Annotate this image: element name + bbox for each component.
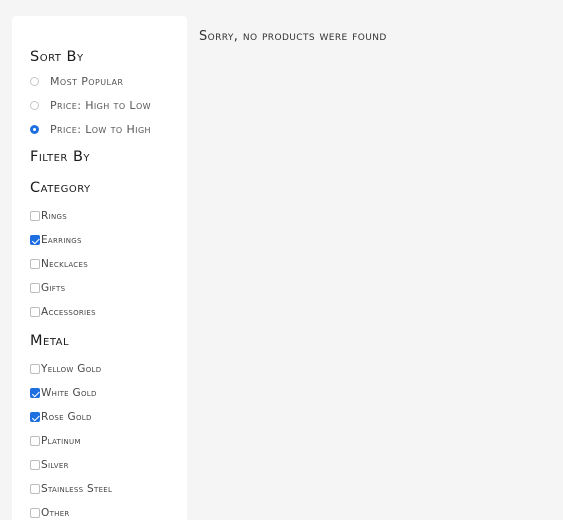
metal-option-label: Other bbox=[41, 507, 70, 519]
category-option-necklaces[interactable]: Necklaces bbox=[30, 257, 88, 271]
checkbox[interactable] bbox=[30, 364, 40, 374]
category-option-gifts[interactable]: Gifts bbox=[30, 281, 65, 295]
checkbox-checked[interactable] bbox=[30, 412, 40, 422]
filter-heading: Filter By bbox=[30, 149, 91, 165]
checkbox[interactable] bbox=[30, 508, 40, 518]
sort-option-label: Most Popular bbox=[50, 74, 124, 88]
checkbox[interactable] bbox=[30, 460, 40, 470]
checkbox[interactable] bbox=[30, 283, 40, 293]
sort-option-price-low-high[interactable]: Price: Low to High bbox=[30, 122, 151, 136]
metal-option-other[interactable]: Other bbox=[30, 506, 70, 520]
checkbox[interactable] bbox=[30, 484, 40, 494]
radio-button-selected[interactable] bbox=[30, 124, 39, 134]
category-option-label: Earrings bbox=[41, 234, 82, 246]
checkbox-checked[interactable] bbox=[30, 235, 40, 245]
metal-option-silver[interactable]: Silver bbox=[30, 458, 69, 472]
category-option-label: Necklaces bbox=[41, 258, 88, 270]
sort-option-label: Price: Low to High bbox=[50, 122, 151, 136]
checkbox[interactable] bbox=[30, 307, 40, 317]
metal-option-stainless-steel[interactable]: Stainless Steel bbox=[30, 482, 112, 496]
sort-option-most-popular[interactable]: Most Popular bbox=[30, 74, 123, 88]
sort-option-label: Price: High to Low bbox=[50, 98, 151, 112]
sort-option-price-high-low[interactable]: Price: High to Low bbox=[30, 98, 151, 112]
checkbox[interactable] bbox=[30, 436, 40, 446]
category-option-label: Rings bbox=[41, 210, 67, 222]
metal-option-label: Stainless Steel bbox=[41, 483, 113, 495]
radio-button[interactable] bbox=[30, 100, 39, 110]
metal-option-rose-gold[interactable]: Rose Gold bbox=[30, 410, 92, 424]
metal-option-label: Yellow Gold bbox=[41, 363, 102, 375]
category-heading: Category bbox=[30, 180, 91, 196]
checkbox[interactable] bbox=[30, 259, 40, 269]
metal-heading: Metal bbox=[30, 333, 70, 349]
checkbox[interactable] bbox=[30, 211, 40, 221]
metal-option-label: Silver bbox=[41, 459, 69, 471]
metal-option-platinum[interactable]: Platinum bbox=[30, 434, 81, 448]
category-option-label: Gifts bbox=[41, 282, 66, 294]
category-option-accessories[interactable]: Accessories bbox=[30, 305, 96, 319]
category-option-rings[interactable]: Rings bbox=[30, 209, 67, 223]
filter-sidebar: Sort By Most Popular Price: High to Low … bbox=[12, 16, 187, 520]
metal-option-label: Platinum bbox=[41, 435, 81, 447]
category-option-label: Accessories bbox=[41, 306, 96, 318]
radio-button[interactable] bbox=[30, 76, 39, 86]
checkbox-checked[interactable] bbox=[30, 388, 40, 398]
metal-option-white-gold[interactable]: White Gold bbox=[30, 386, 97, 400]
metal-option-label: White Gold bbox=[41, 387, 97, 399]
metal-option-label: Rose Gold bbox=[41, 411, 92, 423]
category-option-earrings[interactable]: Earrings bbox=[30, 233, 82, 247]
no-products-message: Sorry, no products were found bbox=[199, 29, 387, 44]
sort-heading: Sort By bbox=[30, 49, 84, 65]
metal-option-yellow-gold[interactable]: Yellow Gold bbox=[30, 362, 101, 376]
